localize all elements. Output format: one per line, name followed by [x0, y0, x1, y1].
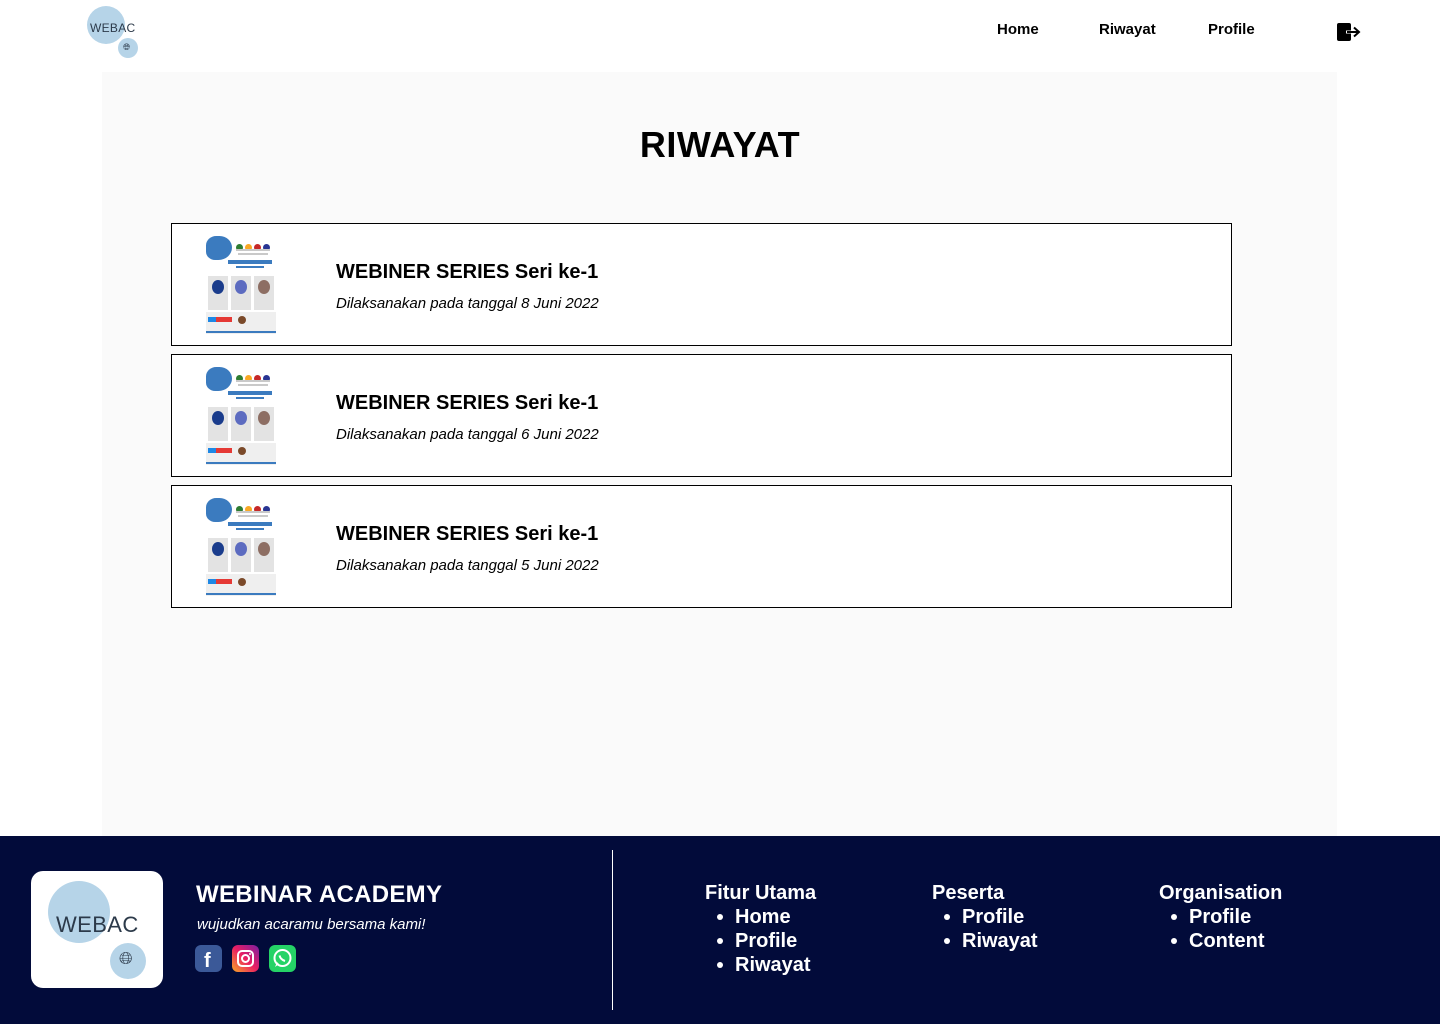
brand-name: WEBINAR ACADEMY: [196, 881, 443, 908]
footer-link-profile[interactable]: Profile: [705, 929, 816, 953]
footer-link-riwayat[interactable]: Riwayat: [932, 929, 1038, 953]
webinar-poster-thumbnail: [206, 367, 276, 465]
webinar-date: Dilaksanakan pada tanggal 5 Juni 2022: [336, 557, 599, 574]
facebook-icon[interactable]: f: [195, 945, 222, 972]
webinar-date: Dilaksanakan pada tanggal 8 Juni 2022: [336, 295, 599, 312]
webinar-title: WEBINER SERIES Seri ke-1: [336, 261, 599, 283]
footer-divider: [612, 850, 613, 1010]
instagram-icon[interactable]: [232, 945, 259, 972]
footer-heading: Fitur Utama: [705, 882, 817, 904]
footer-link-profile[interactable]: Profile: [1159, 905, 1282, 929]
globe-icon: 🌐︎: [123, 42, 131, 52]
webinar-title: WEBINER SERIES Seri ke-1: [336, 523, 599, 545]
top-header: WEBAC 🌐︎ Home Riwayat Profile: [0, 0, 1440, 72]
webac-logo-large[interactable]: WEBAC 🌐︎: [31, 871, 163, 988]
logo-text: WEBAC: [56, 912, 139, 937]
webinar-poster-thumbnail: [206, 498, 276, 596]
webinar-title: WEBINER SERIES Seri ke-1: [336, 392, 599, 414]
logo-text: WEBAC: [90, 21, 136, 35]
history-item[interactable]: WEBINER SERIES Seri ke-1 Dilaksanakan pa…: [171, 485, 1232, 608]
nav-home[interactable]: Home: [997, 21, 1039, 38]
webinar-poster-thumbnail: [206, 236, 276, 334]
history-item[interactable]: WEBINER SERIES Seri ke-1 Dilaksanakan pa…: [171, 223, 1232, 346]
footer-heading: Organisation: [1159, 882, 1283, 904]
svg-text:f: f: [204, 950, 211, 972]
webinar-date: Dilaksanakan pada tanggal 6 Juni 2022: [336, 426, 599, 443]
page-title: RIWAYAT: [639, 124, 801, 165]
footer-link-content[interactable]: Content: [1159, 929, 1282, 953]
history-item[interactable]: WEBINER SERIES Seri ke-1 Dilaksanakan pa…: [171, 354, 1232, 477]
nav-profile[interactable]: Profile: [1208, 21, 1255, 38]
footer-link-profile[interactable]: Profile: [932, 905, 1038, 929]
nav-riwayat[interactable]: Riwayat: [1099, 21, 1156, 38]
webac-logo[interactable]: WEBAC 🌐︎: [86, 6, 142, 60]
footer-column-fitur-utama: Fitur Utama Home Profile Riwayat: [705, 881, 816, 977]
footer-heading: Peserta: [932, 882, 1005, 904]
footer-column-organisation: Organisation Profile Content: [1159, 881, 1282, 953]
footer-column-peserta: Peserta Profile Riwayat: [932, 881, 1038, 953]
footer-link-home[interactable]: Home: [705, 905, 816, 929]
globe-icon: 🌐︎: [119, 949, 133, 968]
site-footer: WEBAC 🌐︎ WEBINAR ACADEMY wujudkan acaram…: [0, 836, 1440, 1024]
logout-icon[interactable]: [1336, 21, 1362, 43]
brand-tagline: wujudkan acaramu bersama kami!: [197, 916, 426, 933]
whatsapp-icon[interactable]: [269, 945, 296, 972]
footer-link-riwayat[interactable]: Riwayat: [705, 953, 816, 977]
history-list: WEBINER SERIES Seri ke-1 Dilaksanakan pa…: [171, 223, 1232, 616]
